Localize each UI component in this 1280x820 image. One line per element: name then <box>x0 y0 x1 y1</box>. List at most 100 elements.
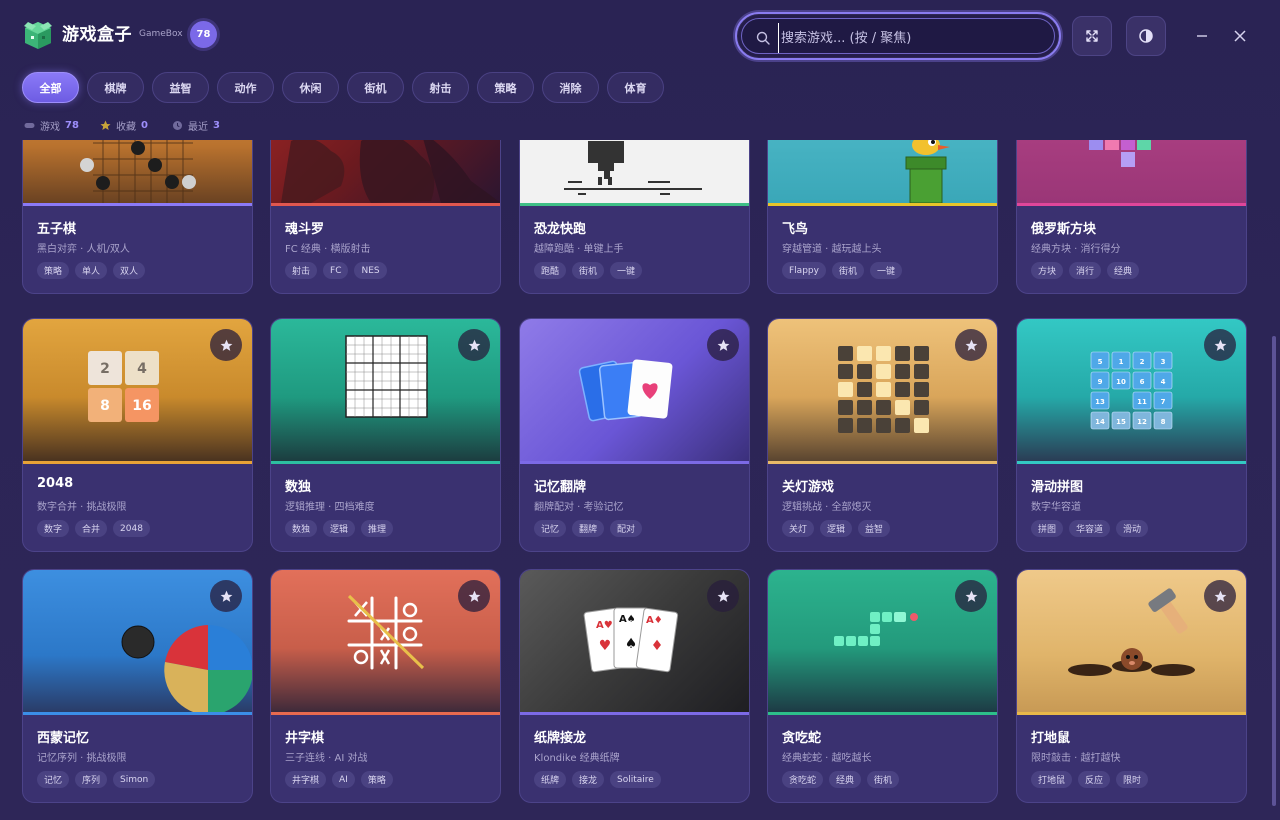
favorite-button[interactable] <box>210 329 242 361</box>
game-name: 五子棋 <box>37 222 77 237</box>
game-tag: 跑酷 <box>534 262 567 279</box>
game-tags: 数独 逻辑 推理 <box>285 520 394 537</box>
contrast-icon <box>1139 29 1153 43</box>
star-icon <box>220 339 232 351</box>
game-tag: 逻辑 <box>820 520 853 537</box>
puzzle-tile: 12 <box>1132 411 1152 430</box>
theme-toggle-button[interactable] <box>1126 16 1166 56</box>
game-tag: 经典 <box>829 771 862 788</box>
game-tag: 方块 <box>1031 262 1064 279</box>
game-card-lights-out[interactable]: 关灯游戏 逻辑挑战 · 全部熄灭 关灯 逻辑 益智 <box>767 318 998 552</box>
svg-text:5: 5 <box>1098 358 1103 366</box>
game-tag: 策略 <box>37 262 70 279</box>
tab-board-card[interactable]: 棋牌 <box>87 72 144 103</box>
tab-sports[interactable]: 体育 <box>607 72 664 103</box>
svg-text:4: 4 <box>1161 378 1166 386</box>
game-card-whack-mole[interactable]: 打地鼠 限时敲击 · 越打越快 打地鼠 反应 限时 <box>1016 569 1247 803</box>
tile-4: 4 <box>137 361 147 377</box>
game-name: 恐龙快跑 <box>534 222 587 237</box>
game-tag: 推理 <box>361 520 394 537</box>
svg-text:2: 2 <box>1140 358 1145 366</box>
svg-text:13: 13 <box>1095 398 1105 406</box>
game-description: 黑白对弈 · 人机/双人 <box>37 244 130 255</box>
game-card-snake[interactable]: 贪吃蛇 经典蛇蛇 · 越吃越长 贪吃蛇 经典 街机 <box>767 569 998 803</box>
tab-match[interactable]: 消除 <box>542 72 599 103</box>
gomoku-board-icon <box>80 140 196 203</box>
svg-text:7: 7 <box>1161 398 1166 406</box>
game-tag: 打地鼠 <box>1031 771 1073 788</box>
game-card-memory[interactable]: 记忆翻牌 翻牌配对 · 考验记忆 记忆 翻牌 配对 <box>519 318 750 552</box>
tile-8: 8 <box>100 398 110 414</box>
game-card-tetris[interactable]: 俄罗斯方块 经典方块 · 消行得分 方块 消行 经典 <box>1016 140 1247 294</box>
title-bar: 游戏盒子 GameBox 78 <box>0 0 1280 70</box>
game-name: 贪吃蛇 <box>782 731 822 746</box>
game-card-tictactoe[interactable]: 井字棋 三子连线 · AI 对战 井字棋 AI 策略 <box>270 569 501 803</box>
tetris-thumb <box>1017 140 1246 203</box>
tab-all[interactable]: 全部 <box>22 72 79 103</box>
card-accent-stripe <box>1017 203 1246 206</box>
game-tag: 益智 <box>858 520 891 537</box>
game-tags: 策略 单人 双人 <box>37 262 146 279</box>
game-tag: 翻牌 <box>572 520 605 537</box>
game-card-dino[interactable]: 恐龙快跑 越障跑酷 · 单键上手 跑酷 街机 一键 <box>519 140 750 294</box>
favorite-button[interactable] <box>707 580 739 612</box>
favorite-button[interactable] <box>955 329 987 361</box>
scrollbar-thumb[interactable] <box>1272 336 1276 806</box>
game-card-gomoku[interactable]: 五子棋 黑白对弈 · 人机/双人 策略 单人 双人 <box>22 140 253 294</box>
game-tag: 数独 <box>285 520 318 537</box>
star-icon <box>1214 339 1226 351</box>
minimize-button[interactable] <box>1190 24 1214 48</box>
game-tag: 消行 <box>1069 262 1102 279</box>
game-card-slide-puzzle[interactable]: 5 1 2 3 9 10 6 4 13 11 7 14 15 12 8 滑动拼图 数字华容道 拼图 华容道 … <box>1016 318 1247 552</box>
favorite-button[interactable] <box>707 329 739 361</box>
game-tags: 打地鼠 反应 限时 <box>1031 771 1149 788</box>
stat-recent: 最近 3 <box>172 118 220 133</box>
favorite-button[interactable] <box>1204 580 1236 612</box>
favorite-button[interactable] <box>955 580 987 612</box>
dino-sprite-icon <box>564 141 702 195</box>
game-tag: 街机 <box>831 262 864 279</box>
favorite-button[interactable] <box>1204 329 1236 361</box>
tab-shooter[interactable]: 射击 <box>412 72 469 103</box>
game-tag: 街机 <box>867 771 900 788</box>
game-name: 纸牌接龙 <box>534 731 587 746</box>
game-description: 限时敲击 · 越打越快 <box>1031 753 1121 764</box>
star-icon <box>717 590 729 602</box>
svg-text:9: 9 <box>1098 378 1103 386</box>
favorite-button[interactable] <box>210 580 242 612</box>
game-tag: 关灯 <box>782 520 815 537</box>
game-description: 数字合并 · 挑战极限 <box>37 502 127 513</box>
game-card-sudoku[interactable]: 数独 逻辑推理 · 四档难度 数独 逻辑 推理 <box>270 318 501 552</box>
favorite-button[interactable] <box>458 329 490 361</box>
search-box[interactable] <box>735 12 1061 60</box>
card-accent-stripe <box>23 203 252 206</box>
card-accent-stripe <box>271 461 500 464</box>
close-button[interactable] <box>1228 24 1252 48</box>
game-card-solitaire[interactable]: A♥ A♠ A♦ ♥ ♠ ♦ 纸牌接龙 Klondike 经典纸牌 纸牌 接龙 … <box>519 569 750 803</box>
tile-16: 16 <box>132 398 151 414</box>
tab-strategy[interactable]: 策略 <box>477 72 534 103</box>
tab-arcade[interactable]: 街机 <box>347 72 404 103</box>
game-tag: 配对 <box>610 520 643 537</box>
tab-puzzle[interactable]: 益智 <box>152 72 209 103</box>
game-grid: 五子棋 黑白对弈 · 人机/双人 策略 单人 双人 魂斗罗 FC 经典 · 横版… <box>0 140 1280 820</box>
light-cell-off <box>857 364 872 379</box>
game-name: 西蒙记忆 <box>37 731 90 746</box>
game-name: 飞鸟 <box>782 222 809 237</box>
search-input[interactable] <box>778 23 1048 53</box>
star-icon <box>468 590 480 602</box>
svg-text:♦: ♦ <box>651 638 664 654</box>
tab-casual[interactable]: 休闲 <box>282 72 339 103</box>
game-tag: 序列 <box>75 771 108 788</box>
card-accent-stripe <box>1017 461 1246 464</box>
fullscreen-button[interactable] <box>1072 16 1112 56</box>
game-card-simon[interactable]: 西蒙记忆 记忆序列 · 挑战极限 记忆 序列 Simon <box>22 569 253 803</box>
favorite-button[interactable] <box>458 580 490 612</box>
tile-2: 2 <box>100 361 110 377</box>
tab-action[interactable]: 动作 <box>217 72 274 103</box>
game-tags: 射击 FC NES <box>285 262 387 279</box>
game-card-contra[interactable]: 魂斗罗 FC 经典 · 横版射击 射击 FC NES <box>270 140 501 294</box>
game-card-flappy[interactable]: 飞鸟 穿越管道 · 越玩越上头 Flappy 街机 一键 <box>767 140 998 294</box>
game-card-2048[interactable]: 2 4 8 16 2048 数字合并 · 挑战极限 数字 合并 2048 <box>22 318 253 552</box>
svg-text:15: 15 <box>1116 418 1126 426</box>
